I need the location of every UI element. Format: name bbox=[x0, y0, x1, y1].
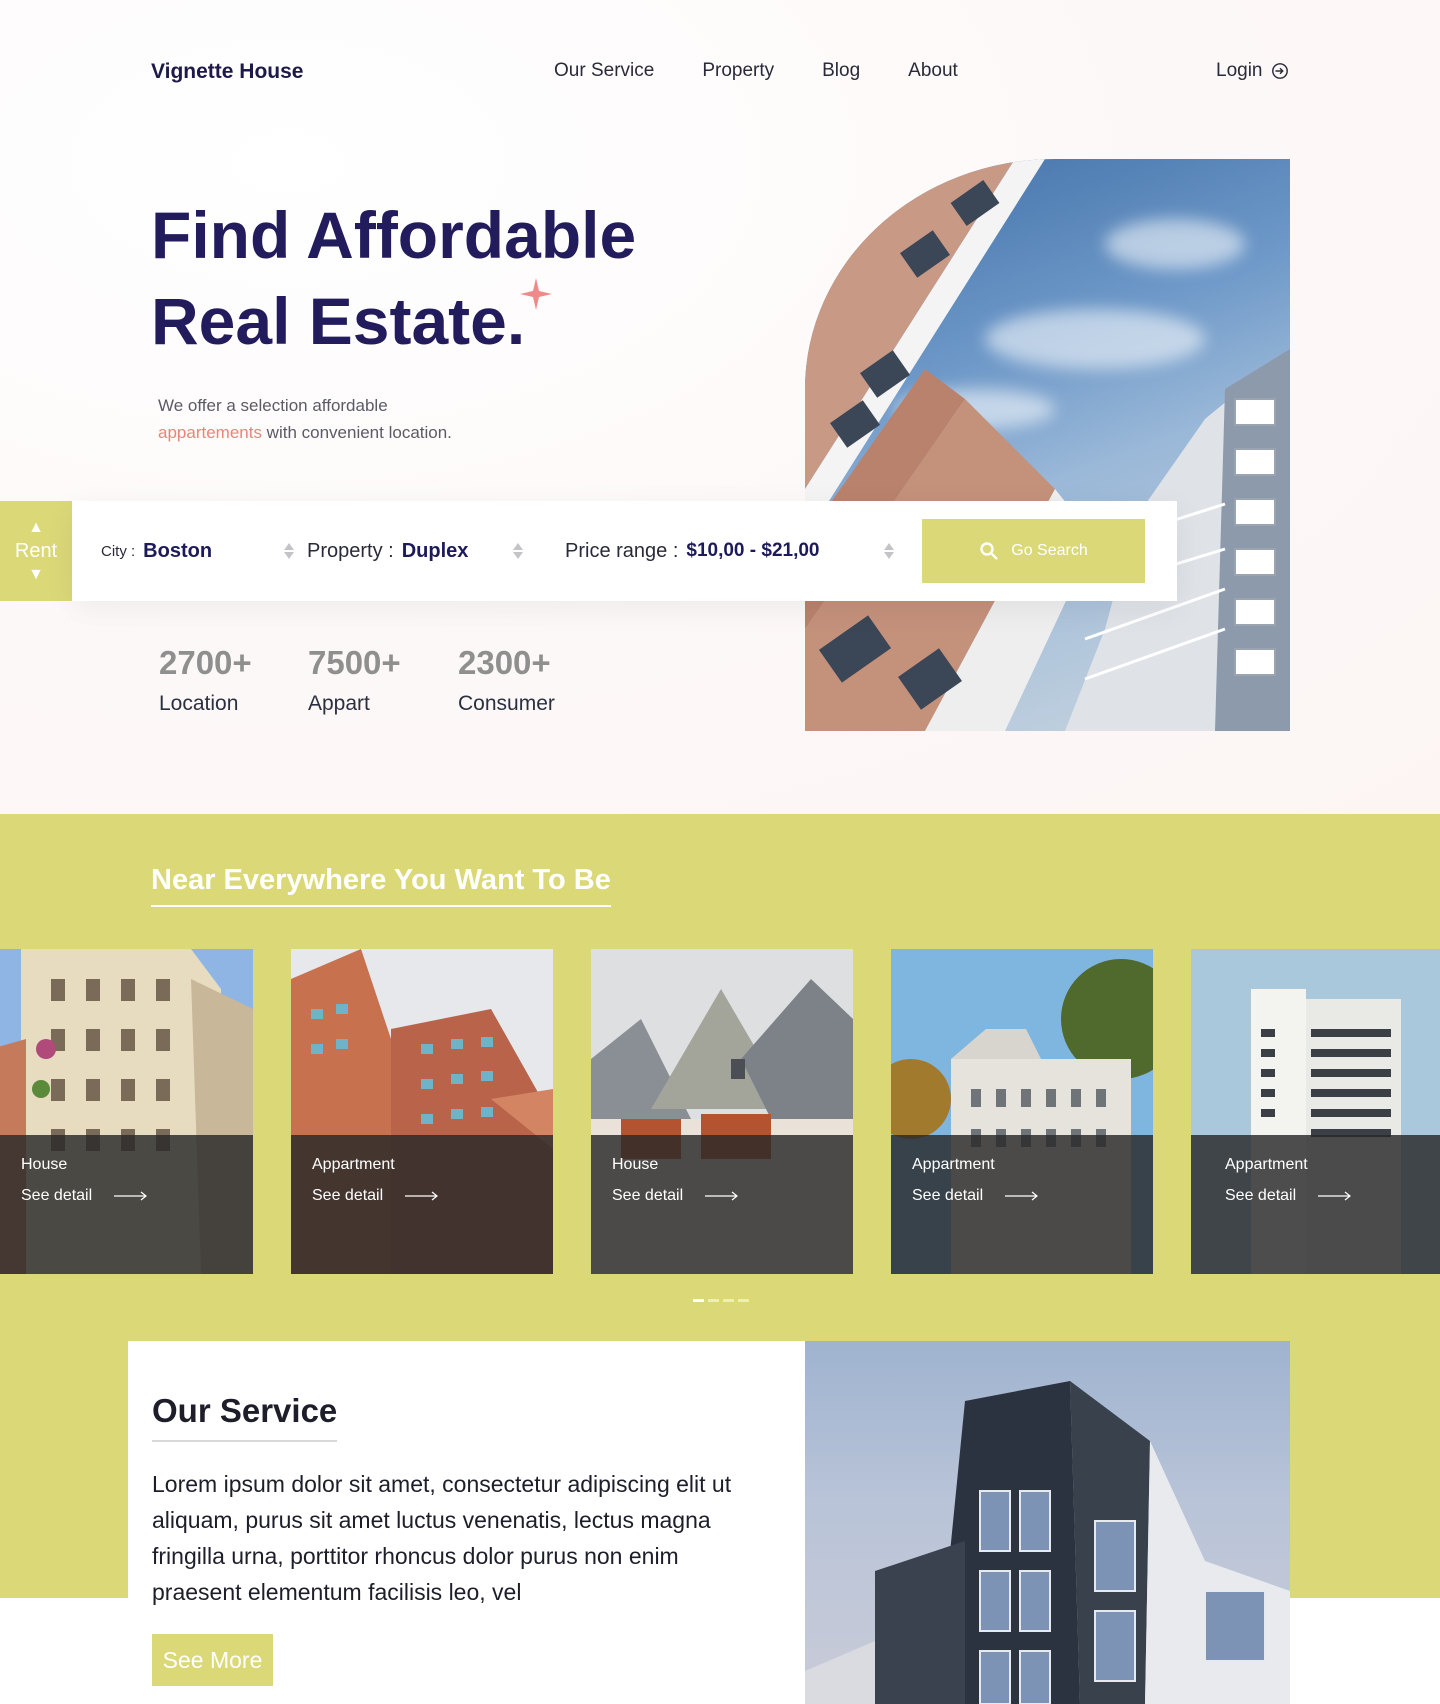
hero-description: We offer a selection affordable appartem… bbox=[158, 392, 578, 446]
sparkle-icon bbox=[520, 278, 552, 310]
nav-blog[interactable]: Blog bbox=[822, 60, 860, 82]
see-detail-link[interactable]: See detail bbox=[912, 1187, 1039, 1205]
card-type: House bbox=[21, 1156, 68, 1173]
see-more-button[interactable]: See More bbox=[152, 1634, 273, 1686]
price-range-select[interactable]: Price range : $10,00 - $21,00 bbox=[565, 501, 894, 601]
hero-title-line1: Find Affordable bbox=[151, 198, 637, 272]
carousel-dot[interactable] bbox=[723, 1299, 734, 1302]
property-card[interactable]: House See detail bbox=[591, 949, 853, 1274]
hero-desc-line1: We offer a selection affordable bbox=[158, 396, 388, 415]
login-button[interactable]: Login bbox=[1216, 60, 1289, 82]
arrow-right-icon bbox=[1318, 1191, 1352, 1201]
property-label: Property : bbox=[307, 539, 394, 562]
city-select[interactable]: City : Boston bbox=[101, 501, 294, 601]
see-detail-label: See detail bbox=[912, 1187, 984, 1204]
stat-label: Appart bbox=[308, 692, 370, 715]
see-detail-label: See detail bbox=[1225, 1187, 1297, 1204]
nav-about[interactable]: About bbox=[908, 60, 958, 82]
see-detail-link[interactable]: See detail bbox=[312, 1187, 439, 1205]
city-value: Boston bbox=[143, 539, 213, 562]
price-value: $10,00 - $21,00 bbox=[686, 540, 820, 561]
see-detail-link[interactable]: See detail bbox=[21, 1187, 148, 1205]
carousel-dots bbox=[693, 1299, 749, 1302]
hero-title-line2: Real Estate. bbox=[151, 284, 526, 358]
logo[interactable]: Vignette House bbox=[151, 60, 303, 84]
property-card[interactable]: Appartment See detail bbox=[291, 949, 553, 1274]
main-nav: Our Service Property Blog About bbox=[554, 60, 958, 82]
rent-label: Rent bbox=[14, 539, 58, 562]
hero-title: Find Affordable Real Estate. bbox=[151, 192, 751, 364]
arrow-right-icon bbox=[1005, 1191, 1039, 1201]
stat-number: 7500+ bbox=[308, 644, 401, 681]
see-detail-link[interactable]: See detail bbox=[1225, 1187, 1352, 1205]
property-select[interactable]: Property : Duplex bbox=[307, 501, 523, 601]
service-title: Our Service bbox=[152, 1392, 338, 1442]
stat-consumer: 2300+ Consumer bbox=[458, 644, 555, 716]
service-text: Lorem ipsum dolor sit amet, consectetur … bbox=[152, 1471, 732, 1605]
stat-number: 2700+ bbox=[159, 644, 252, 681]
arrow-up-icon: ▲ bbox=[28, 518, 44, 536]
stat-location: 2700+ Location bbox=[159, 644, 252, 716]
city-sort-icon bbox=[284, 543, 294, 559]
hero-building-image bbox=[805, 159, 1290, 731]
hero-desc-rest: with convenient location. bbox=[261, 423, 452, 442]
go-search-button[interactable]: Go Search bbox=[922, 519, 1145, 583]
go-search-label: Go Search bbox=[1011, 542, 1088, 559]
carousel-dot[interactable] bbox=[693, 1299, 704, 1302]
carousel-dot[interactable] bbox=[738, 1299, 749, 1302]
property-value: Duplex bbox=[401, 539, 469, 562]
arrow-right-icon bbox=[705, 1191, 739, 1201]
see-detail-label: See detail bbox=[312, 1187, 384, 1204]
arrow-right-icon bbox=[114, 1191, 148, 1201]
stat-label: Consumer bbox=[458, 692, 555, 715]
property-card[interactable]: Appartment See detail bbox=[891, 949, 1153, 1274]
carousel-dot[interactable] bbox=[708, 1299, 719, 1302]
near-section-title: Near Everywhere You Want To Be bbox=[151, 864, 611, 907]
see-detail-link[interactable]: See detail bbox=[612, 1187, 739, 1205]
card-type: House bbox=[612, 1156, 659, 1173]
card-type: Appartment bbox=[912, 1156, 995, 1173]
nav-property[interactable]: Property bbox=[702, 60, 774, 82]
property-sort-icon bbox=[513, 543, 523, 559]
card-type: Appartment bbox=[1225, 1156, 1308, 1173]
stat-appart: 7500+ Appart bbox=[308, 644, 401, 716]
nav-our-service[interactable]: Our Service bbox=[554, 60, 654, 82]
arrow-down-icon: ▼ bbox=[28, 565, 44, 583]
search-icon bbox=[980, 542, 999, 560]
see-detail-label: See detail bbox=[21, 1187, 93, 1204]
rent-toggle[interactable]: ▲ Rent ▼ bbox=[0, 501, 72, 601]
hero-desc-accent: appartements bbox=[158, 423, 262, 442]
arrow-right-icon bbox=[405, 1191, 439, 1201]
card-type: Appartment bbox=[312, 1156, 395, 1173]
price-label: Price range : bbox=[565, 539, 679, 562]
stat-label: Location bbox=[159, 692, 239, 715]
city-label: City : bbox=[101, 542, 136, 560]
see-detail-label: See detail bbox=[612, 1187, 684, 1204]
property-card[interactable]: House See detail bbox=[0, 949, 253, 1274]
price-sort-icon bbox=[884, 543, 894, 559]
login-label: Login bbox=[1216, 60, 1263, 81]
service-building-image bbox=[805, 1341, 1290, 1704]
stat-number: 2300+ bbox=[458, 644, 551, 681]
property-card[interactable]: Appartment See detail bbox=[1191, 949, 1440, 1274]
login-icon bbox=[1271, 63, 1288, 79]
